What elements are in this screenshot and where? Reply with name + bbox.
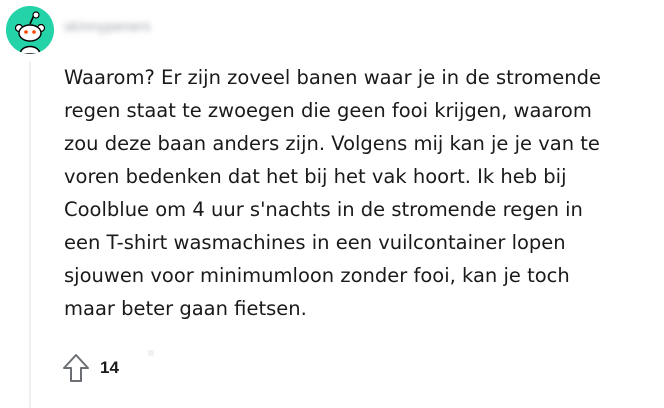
comment-body: Waarom? Er zijn zoveel banen waar je in … <box>64 61 660 325</box>
comment-actions: 14 <box>58 350 119 386</box>
comment: skinnypeners Waarom? Er zijn zoveel bane… <box>0 0 664 408</box>
comment-body-line: regen staat te zwoegen die geen fooi kri… <box>64 99 592 122</box>
upvote-button[interactable] <box>58 350 94 386</box>
comment-body-line: Waarom? Er zijn zoveel banen waar je in … <box>64 66 601 89</box>
thread-line[interactable] <box>29 62 31 408</box>
comment-body-line: een T-shirt wasmachines in een vuilconta… <box>64 231 566 254</box>
comment-body-line: Coolblue om 4 uur s'nachts in de stromen… <box>64 198 583 221</box>
comment-body-line: sjouwen voor minimumloon zonder fooi, ka… <box>64 264 570 287</box>
comment-body-line: voren bedenken dat het bij het vak hoort… <box>64 165 567 188</box>
vote-score: 14 <box>100 358 119 377</box>
comment-body-line: zou deze baan anders zijn. Volgens mij k… <box>64 132 600 155</box>
upvote-arrow-icon <box>63 354 89 382</box>
comment-body-line: maar beter gaan fietsen. <box>64 297 307 320</box>
username[interactable]: skinnypeners <box>64 20 151 36</box>
divider <box>148 350 154 356</box>
avatar[interactable] <box>6 6 54 54</box>
reddit-snoo-icon <box>6 6 54 54</box>
